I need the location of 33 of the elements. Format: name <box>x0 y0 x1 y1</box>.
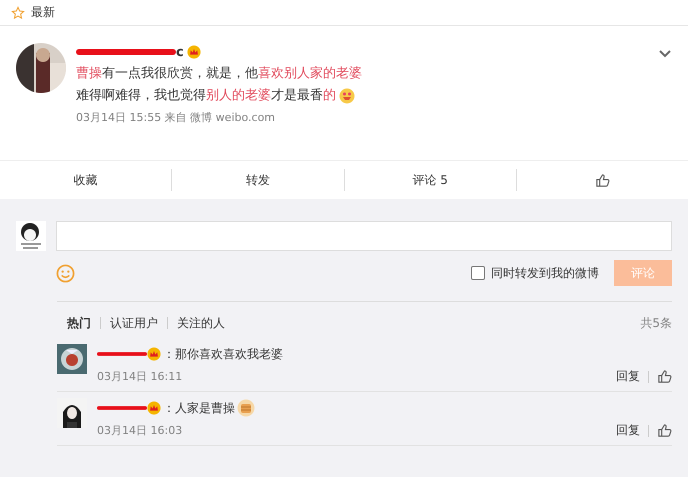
filter-tab[interactable]: 热门 <box>67 314 91 332</box>
redaction-mark <box>97 405 147 411</box>
comment-count: 共5条 <box>640 314 672 332</box>
like-icon[interactable] <box>657 369 672 384</box>
like-icon[interactable] <box>657 423 672 438</box>
action-button[interactable]: 转发 <box>171 169 344 191</box>
post-text: 曹操有一点我很欣赏，就是，他喜欢别人家的老婆 <box>76 65 363 83</box>
post-meta: 03月14日 15:55 来自 微博 weibo.com <box>76 110 276 125</box>
comment-time: 03月14日 16:11 <box>97 369 182 384</box>
fist-emoji-icon <box>237 399 255 417</box>
reply-link[interactable]: 回复 <box>616 368 640 385</box>
crown-icon <box>186 45 201 59</box>
action-button[interactable]: 收藏 <box>0 161 172 199</box>
comment-input[interactable] <box>56 221 672 251</box>
filter-tab[interactable]: 关注的人 <box>177 314 225 332</box>
crown-icon <box>147 347 161 361</box>
star-icon <box>11 6 25 20</box>
action-button[interactable]: 评论 5 <box>344 169 516 191</box>
emoji-icon <box>339 88 355 104</box>
redaction-mark <box>97 351 147 357</box>
comment-text: ：人家是曹操 <box>163 400 235 416</box>
post-text: 难得啊难得，我也觉得别人的老婆才是最香的 <box>76 87 658 105</box>
checkbox-label: 同时转发到我的微博 <box>491 264 599 282</box>
comment-time: 03月14日 16:03 <box>97 423 182 438</box>
thumbs-up-icon <box>594 172 610 188</box>
chevron-down-icon[interactable] <box>658 49 672 59</box>
crown-icon <box>147 401 161 415</box>
reply-link[interactable]: 回复 <box>616 422 640 439</box>
user-name[interactable]: c <box>176 44 184 60</box>
checkbox[interactable] <box>471 266 485 280</box>
comment-text: ：那你喜欢喜欢我老婆 <box>163 346 283 362</box>
filter-tab[interactable]: 认证用户 <box>110 314 158 332</box>
section-title: 最新 <box>31 4 55 21</box>
